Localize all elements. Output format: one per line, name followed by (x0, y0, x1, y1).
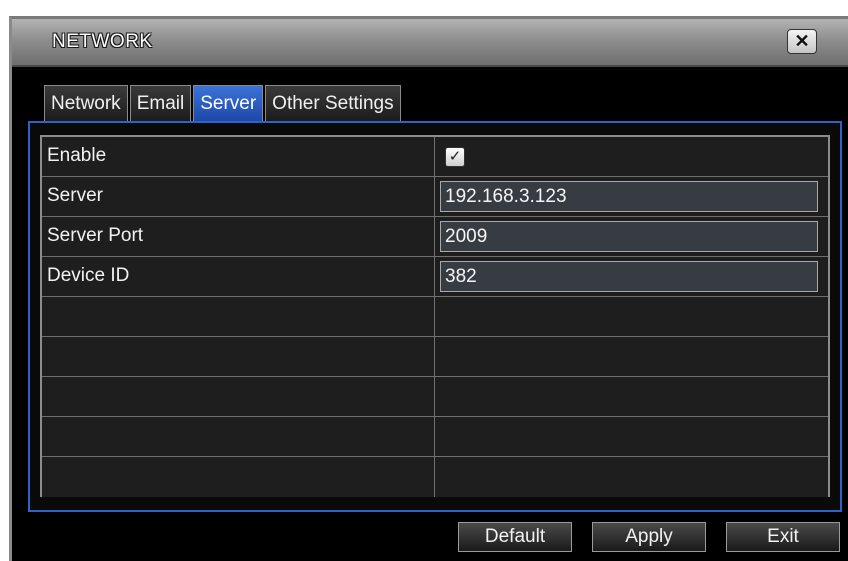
enable-label: Enable (42, 137, 435, 176)
default-button[interactable]: Default (458, 522, 572, 552)
dialog-title: NETWORK (52, 31, 153, 52)
empty-label-cell (42, 457, 435, 497)
empty-row (42, 337, 828, 377)
server-port-input[interactable]: 2009 (440, 221, 818, 252)
server-cell: 192.168.3.123 (435, 177, 828, 216)
tab-bar: Network Email Server Other Settings (44, 85, 403, 123)
server-input[interactable]: 192.168.3.123 (440, 181, 818, 212)
enable-checkbox[interactable]: ✓ (445, 147, 465, 167)
empty-row (42, 417, 828, 457)
settings-grid: Enable ✓ Server 192.168.3.123 Server Por… (40, 135, 830, 497)
device-id-row: Device ID 382 (42, 257, 828, 297)
empty-label-cell (42, 337, 435, 376)
tab-email[interactable]: Email (129, 85, 192, 121)
close-icon: ✕ (794, 31, 810, 51)
server-port-label: Server Port (42, 217, 435, 256)
empty-label-cell (42, 377, 435, 416)
network-dialog: NETWORK ✕ Network Email Server Other Set… (9, 16, 848, 561)
title-bar: NETWORK ✕ (12, 19, 848, 67)
empty-value-cell (435, 297, 828, 336)
enable-row: Enable ✓ (42, 137, 828, 177)
server-label: Server (42, 177, 435, 216)
device-id-label: Device ID (42, 257, 435, 296)
empty-value-cell (435, 417, 828, 456)
server-settings-panel: Enable ✓ Server 192.168.3.123 Server Por… (28, 121, 842, 512)
empty-value-cell (435, 337, 828, 376)
empty-value-cell (435, 457, 828, 497)
empty-row (42, 297, 828, 337)
close-button[interactable]: ✕ (787, 29, 817, 54)
empty-row (42, 457, 828, 497)
empty-value-cell (435, 377, 828, 416)
server-port-cell: 2009 (435, 217, 828, 256)
server-row: Server 192.168.3.123 (42, 177, 828, 217)
apply-button[interactable]: Apply (592, 522, 706, 552)
empty-label-cell (42, 417, 435, 456)
tab-other-settings[interactable]: Other Settings (265, 85, 401, 121)
tab-network[interactable]: Network (44, 85, 128, 121)
empty-label-cell (42, 297, 435, 336)
device-id-cell: 382 (435, 257, 828, 296)
checkmark-icon: ✓ (448, 148, 462, 165)
server-port-row: Server Port 2009 (42, 217, 828, 257)
tab-server[interactable]: Server (193, 85, 264, 121)
exit-button[interactable]: Exit (726, 522, 840, 552)
enable-cell: ✓ (435, 137, 828, 176)
empty-row (42, 377, 828, 417)
device-id-input[interactable]: 382 (440, 261, 818, 292)
